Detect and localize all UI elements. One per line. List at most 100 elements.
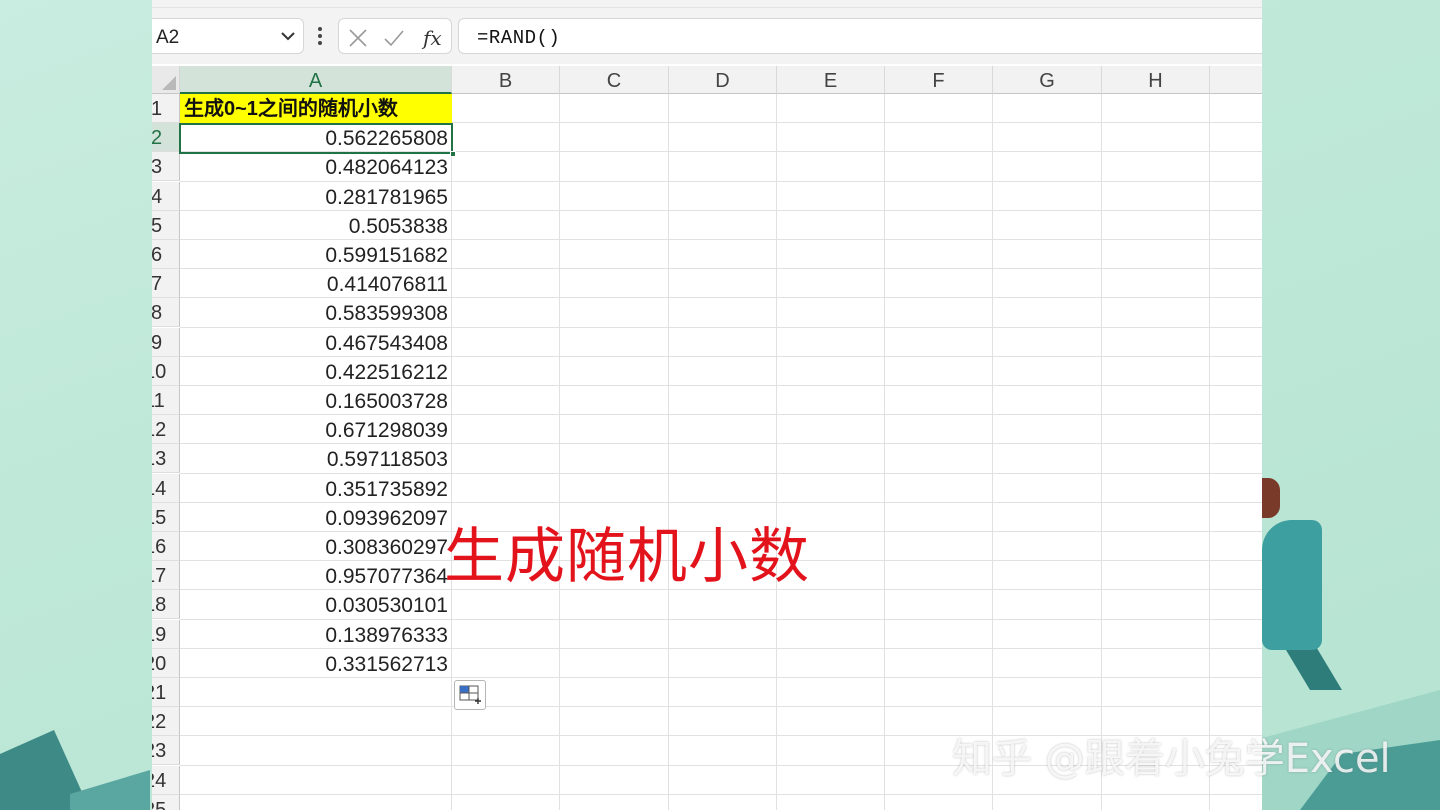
formula-buttons: fx (338, 18, 452, 54)
formula-text[interactable]: =RAND() (477, 27, 560, 49)
column-header-a[interactable]: A (180, 66, 452, 94)
grid-line (668, 94, 669, 810)
grid-line (180, 706, 1262, 708)
row-header-label: 15 (152, 506, 167, 529)
cell-a12[interactable]: 0.671298039 (180, 415, 452, 444)
row-header-20[interactable]: 20 (152, 648, 180, 678)
row-header-6[interactable]: 6 (152, 240, 180, 269)
cell-a19[interactable]: 0.138976333 (180, 620, 452, 649)
row-header-23[interactable]: 23 (152, 736, 180, 766)
column-header-partial[interactable] (1210, 66, 1262, 94)
row-header-label: 20 (152, 652, 167, 675)
cell-a18[interactable]: 0.030530101 (180, 590, 452, 619)
row-header-label: 23 (152, 740, 167, 763)
row-header-9[interactable]: 9 (152, 327, 180, 357)
column-header-f[interactable]: F (885, 66, 993, 94)
row-header-5[interactable]: 5 (152, 210, 180, 240)
row-header-16[interactable]: 16 (152, 532, 180, 561)
quick-analysis-button[interactable] (454, 680, 486, 710)
row-header-11[interactable]: 11 (152, 386, 180, 415)
cell-a13[interactable]: 0.597118503 (180, 444, 452, 473)
excel-window: A2 fx =RAND() ABCDEFGH 1234 5 6 7 8 9 0 … (152, 0, 1262, 810)
row-header-15[interactable]: 15 (152, 502, 180, 532)
row-header-18[interactable]: 18 (152, 590, 180, 620)
cell-a11[interactable]: 0.165003728 (180, 386, 452, 415)
column-header-h[interactable]: H (1102, 66, 1210, 94)
row-header-14[interactable]: 14 (152, 473, 180, 503)
grid-line (992, 94, 993, 810)
row-header-22[interactable]: 22 (152, 707, 180, 737)
row-header-19[interactable]: 19 (152, 619, 180, 649)
row-header-label: 21 (152, 682, 167, 704)
row-header-label: 19 (152, 623, 167, 646)
row-header-17[interactable]: 17 (152, 561, 180, 591)
row-header-label: 25 (152, 798, 167, 810)
background-figure (1262, 478, 1280, 518)
name-box[interactable]: A2 (152, 18, 304, 54)
cell-a1[interactable]: 生成0~1之间的随机小数 (180, 94, 452, 123)
fx-icon[interactable]: fx (421, 27, 447, 49)
row-header-label: 3 (152, 156, 163, 179)
select-all-button[interactable] (152, 66, 180, 94)
row-header-label: 1 (152, 98, 163, 120)
column-header-c[interactable]: C (560, 66, 669, 94)
row-header-10[interactable]: 10 (152, 356, 180, 386)
row-header-21[interactable]: 21 (152, 678, 180, 707)
row-header-label: 17 (152, 565, 167, 588)
column-header-b[interactable]: B (452, 66, 560, 94)
cell-a4[interactable]: 0.281781965 (180, 182, 452, 211)
column-header-g[interactable]: G (993, 66, 1102, 94)
row-header-2[interactable]: 2 (152, 123, 180, 153)
row-header-24[interactable]: 24 (152, 765, 180, 795)
cell-a9[interactable]: 0.467543408 (180, 328, 452, 357)
row-header-label: 9 (152, 331, 163, 354)
row-header-1[interactable]: 1 (152, 94, 180, 123)
row-header-7[interactable]: 7 (152, 269, 180, 299)
watermark: 知乎 @跟着小兔学Excel (952, 736, 1391, 782)
cell-a10[interactable]: 0.422516212 (180, 357, 452, 386)
row-header-label: 12 (152, 419, 167, 442)
row-header-12[interactable]: 12 (152, 415, 180, 445)
grid-line (559, 94, 560, 810)
row-header-label: 4 (152, 185, 163, 208)
row-header-label: 10 (152, 360, 167, 383)
row-header-label: 5 (152, 214, 163, 237)
cell-a17[interactable]: 0.957077364 (180, 561, 452, 590)
row-header-13[interactable]: 13 (152, 444, 180, 474)
cell-a20[interactable]: 0.331562713 (180, 649, 452, 678)
row-header-4[interactable]: 4 (152, 181, 180, 211)
row-header-3[interactable]: 3 (152, 152, 180, 182)
row-header-25[interactable]: 25 (152, 794, 180, 810)
row-header-label: 8 (152, 302, 163, 325)
formula-bar: A2 fx =RAND() (152, 8, 1262, 64)
background-figure (1262, 520, 1322, 650)
row-header-8[interactable]: 8 (152, 298, 180, 328)
row-header-label: 13 (152, 448, 167, 471)
quick-analysis-icon (459, 685, 481, 704)
row-header-label: 18 (152, 594, 167, 617)
row-header-label: 11 (152, 390, 165, 412)
confirm-icon[interactable] (383, 27, 405, 49)
cell-a3[interactable]: 0.482064123 (180, 152, 452, 181)
spreadsheet-grid: ABCDEFGH 1234567891011121314151617181920… (152, 66, 1262, 810)
grid-line (776, 94, 777, 810)
cell-a5[interactable]: 0.5053838 (180, 211, 452, 240)
cell-a15[interactable]: 0.093962097 (180, 503, 452, 532)
cell-a7[interactable]: 0.414076811 (180, 269, 452, 298)
overlay-title: 生成随机小数 (444, 522, 810, 592)
cell-a14[interactable]: 0.351735892 (180, 474, 452, 503)
name-box-value[interactable]: A2 (156, 27, 179, 49)
cell-a6[interactable]: 0.599151682 (180, 240, 452, 269)
ribbon-edge (152, 0, 1262, 8)
row-header-label: 24 (152, 769, 167, 792)
chevron-down-icon[interactable] (279, 27, 297, 45)
grid-line (180, 793, 1262, 795)
column-header-e[interactable]: E (777, 66, 885, 94)
cell-a8[interactable]: 0.583599308 (180, 298, 452, 327)
cancel-icon[interactable] (347, 27, 369, 49)
fill-handle[interactable] (450, 151, 456, 157)
column-header-d[interactable]: D (669, 66, 777, 94)
more-vert-icon[interactable] (314, 24, 326, 48)
formula-input[interactable]: =RAND() (458, 18, 1262, 54)
cell-a16[interactable]: 0.308360297 (180, 532, 452, 561)
